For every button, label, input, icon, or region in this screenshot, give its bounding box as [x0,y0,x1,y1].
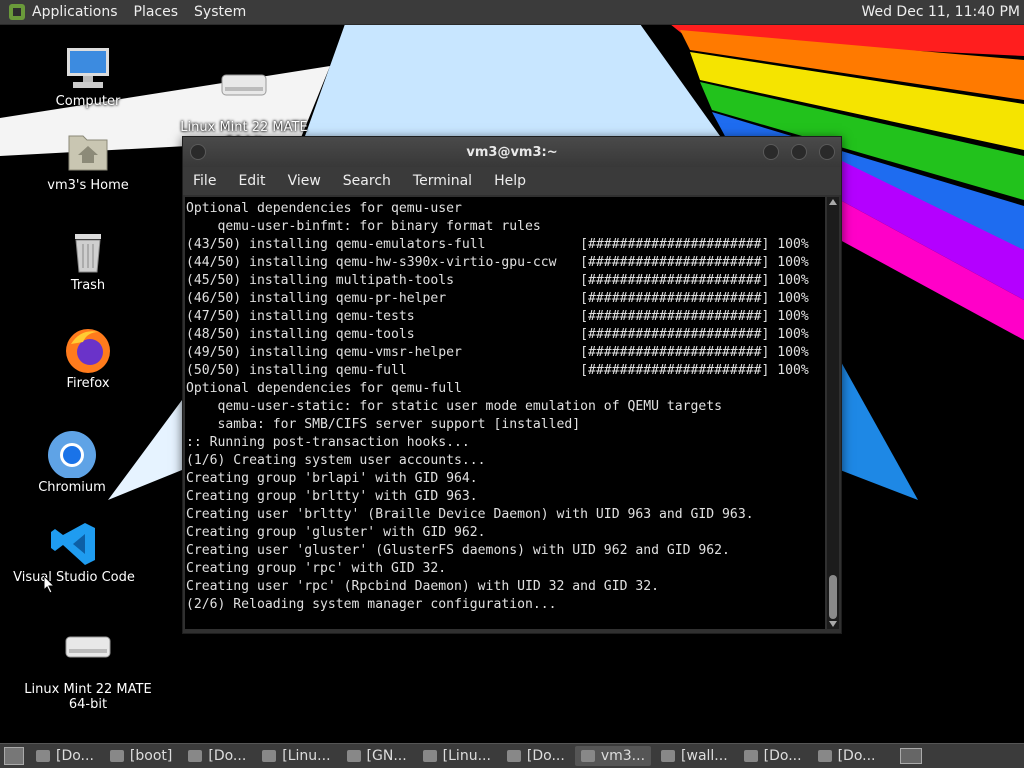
task-label: vm3... [600,748,646,764]
menu-edit[interactable]: Edit [238,173,265,189]
taskbar-task[interactable]: [Do... [30,746,100,766]
menu-search[interactable]: Search [343,173,391,189]
taskbar-task[interactable]: [wall... [655,746,734,766]
desktop-icon-chromium[interactable]: Chromium [2,430,142,495]
task-label: [wall... [681,748,728,764]
window-list: [Do... [boot] [Do... [Linu... [GN... [Linu...… [30,746,886,766]
taskbar-task[interactable]: [Do... [738,746,808,766]
vscode-icon [51,523,95,565]
terminal-menubar: File Edit View Search Terminal Help [183,167,841,195]
drive-icon [65,636,111,658]
window-title: vm3@vm3:~ [466,144,558,160]
task-label: [Do... [56,748,94,764]
desktop-icon-label: Linux Mint 22 MATE 64-bit [24,682,152,712]
task-label: [Do... [526,748,565,764]
desktop-icon-vscode[interactable]: Visual Studio Code [4,520,144,585]
mouse-cursor-icon [44,576,56,594]
task-label: [GN... [366,748,407,764]
desktop-icon-linux-mint-drive[interactable]: Linux Mint 22 MATE 64-bit [18,614,158,727]
taskbar-task[interactable]: [Do... [501,746,571,766]
menu-view[interactable]: View [288,173,321,189]
task-label: [Linu... [282,748,331,764]
task-window-icon [36,750,50,762]
task-window-icon [506,750,521,762]
chromium-icon [48,431,96,478]
task-window-icon [262,750,277,762]
taskbar-task[interactable]: vm3... [574,746,652,766]
terminal-window[interactable]: vm3@vm3:~ File Edit View Search Terminal… [182,136,842,634]
drive-icon [221,74,267,96]
close-button[interactable] [819,144,835,160]
task-label: [Do... [763,748,802,764]
taskbar-task[interactable]: [GN... [341,746,413,766]
home-folder-icon [68,135,108,171]
menu-file[interactable]: File [193,173,216,189]
task-window-icon [346,750,361,762]
desktop-icon-trash[interactable]: Trash [18,228,158,293]
terminal-text: Optional dependencies for qemu-user qemu… [186,201,809,612]
top-panel: Applications Places System Wed Dec 11, 1… [0,0,1024,25]
taskbar-task[interactable]: [Linu... [256,746,336,766]
mint-menu-icon[interactable] [8,3,26,21]
taskbar-task[interactable]: [Do... [812,746,882,766]
clock[interactable]: Wed Dec 11, 11:40 PM [861,4,1020,20]
task-label: [Linu... [442,748,491,764]
task-window-icon [422,750,437,762]
desktop-icon-home[interactable]: vm3's Home [18,128,158,193]
task-label: [Do... [208,748,247,764]
desktop-icon-label: Computer [55,94,121,109]
menu-terminal[interactable]: Terminal [413,173,472,189]
terminal-scrollbar[interactable] [827,197,839,629]
task-window-icon [109,750,124,762]
task-window-icon [817,750,832,762]
scroll-up-icon[interactable] [829,199,837,205]
desktop-icon-label: Chromium [38,480,106,495]
firefox-icon [66,329,110,373]
window-titlebar[interactable]: vm3@vm3:~ [183,137,841,167]
task-label: [boot] [129,748,173,764]
trash-icon [75,234,101,273]
task-window-icon [580,750,595,762]
desktop-icon-label: Visual Studio Code [13,570,135,585]
menu-system[interactable]: System [194,4,246,20]
window-menu-button[interactable] [190,144,206,160]
desktop-icon-label: Trash [70,278,106,293]
task-window-icon [743,750,758,762]
desktop-icon-computer[interactable]: Computer [18,44,158,109]
taskbar-task[interactable]: [Linu... [417,746,497,766]
show-desktop-icon[interactable] [4,747,24,765]
taskbar-task[interactable]: [boot] [104,746,178,766]
computer-icon [67,48,109,88]
desktop-icon-firefox[interactable]: Firefox [18,326,158,391]
desktop-icon-label: Firefox [66,376,110,391]
terminal-output[interactable]: Optional dependencies for qemu-user qemu… [185,197,825,629]
desktop-icon-label: vm3's Home [47,178,129,193]
workspace-switcher[interactable] [900,748,922,764]
task-label: [Do... [837,748,876,764]
scroll-down-icon[interactable] [829,621,837,627]
task-window-icon [661,750,676,762]
menu-applications[interactable]: Applications [32,4,118,20]
menu-help[interactable]: Help [494,173,526,189]
taskbar-task[interactable]: [Do... [182,746,252,766]
task-window-icon [188,750,203,762]
maximize-button[interactable] [791,144,807,160]
scrollbar-thumb[interactable] [829,575,837,619]
menu-places[interactable]: Places [134,4,179,20]
minimize-button[interactable] [763,144,779,160]
bottom-taskbar: [Do... [boot] [Do... [Linu... [GN... [Linu...… [0,743,1024,768]
